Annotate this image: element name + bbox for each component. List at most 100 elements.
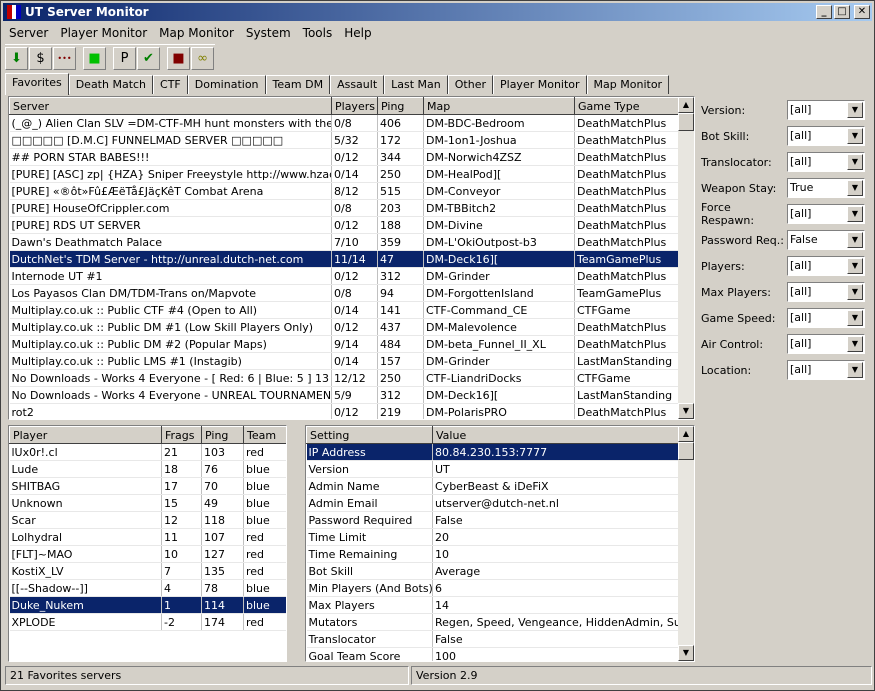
server-column-header[interactable]: Server <box>9 97 332 115</box>
server-column-header[interactable]: Game Type <box>574 97 679 115</box>
tab-domination[interactable]: Domination <box>187 75 266 94</box>
maximize-button[interactable]: □ <box>834 5 850 19</box>
player-column-header[interactable]: Frags <box>161 426 202 444</box>
player-column-header[interactable]: Ping <box>201 426 244 444</box>
filter-dropdown[interactable]: True ▼ <box>787 178 865 198</box>
menu-system[interactable]: System <box>240 26 297 40</box>
chevron-down-icon[interactable]: ▼ <box>847 258 863 274</box>
server-row[interactable]: ## PORN STAR BABES!!! 0/12 344 DM-Norwich4Z… <box>9 148 679 166</box>
server-row[interactable]: □□□□□ [D.M.C] FUNNELMAD SERVER □□□□□ 5/32… <box>9 131 679 149</box>
setting-row[interactable]: Time Limit 20 <box>306 528 679 546</box>
server-list-scrollbar[interactable]: ▲ ▼ <box>678 97 694 419</box>
tab-last-man[interactable]: Last Man <box>384 75 448 94</box>
close-button[interactable]: ✕ <box>854 5 870 19</box>
setting-row[interactable]: Password Required False <box>306 511 679 529</box>
green-square-icon[interactable]: ■ <box>83 47 106 70</box>
setting-row[interactable]: Goal Team Score 100 <box>306 647 679 661</box>
player-row[interactable]: Lude 18 76 blue <box>9 460 286 478</box>
server-row[interactable]: [PURE] [ASC] zp| {HZA} Sniper Freeystyle… <box>9 165 679 183</box>
server-row[interactable]: (_@_) Alien Clan SLV =DM-CTF-MH hunt mon… <box>9 114 679 132</box>
chevron-down-icon[interactable]: ▼ <box>847 180 863 196</box>
filter-dropdown[interactable]: [all] ▼ <box>787 334 865 354</box>
setting-row[interactable]: Mutators Regen, Speed, Vengeance, HiddenA… <box>306 613 679 631</box>
filter-dropdown[interactable]: False ▼ <box>787 230 865 250</box>
server-row[interactable]: [PURE] HouseOfCrippler.com 0/8 203 DM-TBBit… <box>9 199 679 217</box>
tab-map-monitor[interactable]: Map Monitor <box>586 75 670 94</box>
chevron-down-icon[interactable]: ▼ <box>847 362 863 378</box>
server-row[interactable]: DutchNet's TDM Server - http://unreal.du… <box>9 250 679 268</box>
menu-map-monitor[interactable]: Map Monitor <box>153 26 240 40</box>
player-row[interactable]: KostiX_LV 7 135 red <box>9 562 286 580</box>
settings-scrollbar[interactable]: ▲ ▼ <box>678 426 694 661</box>
setting-column-header[interactable]: Setting <box>306 426 433 444</box>
player-row[interactable]: XPLODE -2 174 red <box>9 613 286 631</box>
filter-dropdown[interactable]: [all] ▼ <box>787 126 865 146</box>
tab-other[interactable]: Other <box>447 75 493 94</box>
filter-dropdown[interactable]: [all] ▼ <box>787 204 865 224</box>
player-row[interactable]: [[--Shadow--]] 4 78 blue <box>9 579 286 597</box>
server-row[interactable]: [PURE] «®ôt»Fû£ÆëTå£JäçKêT Combat Arena 8… <box>9 182 679 200</box>
filter-dropdown[interactable]: [all] ▼ <box>787 360 865 380</box>
player-column-header[interactable]: Team <box>243 426 286 444</box>
server-column-header[interactable]: Map <box>423 97 575 115</box>
menu-player-monitor[interactable]: Player Monitor <box>54 26 153 40</box>
minimize-button[interactable]: _ <box>816 5 832 19</box>
chevron-down-icon[interactable]: ▼ <box>847 232 863 248</box>
setting-row[interactable]: Translocator False <box>306 630 679 648</box>
chevron-down-icon[interactable]: ▼ <box>847 336 863 352</box>
down-arrow-icon[interactable]: ⬇ <box>5 47 28 70</box>
setting-row[interactable]: IP Address 80.84.230.153:7777 <box>306 443 679 461</box>
setting-row[interactable]: Min Players (And Bots) 6 <box>306 579 679 597</box>
chevron-down-icon[interactable]: ▼ <box>847 284 863 300</box>
setting-column-header[interactable]: Value <box>432 426 679 444</box>
stop-icon[interactable]: ■ <box>167 47 190 70</box>
dollar-icon[interactable]: $ <box>29 47 52 70</box>
menu-tools[interactable]: Tools <box>297 26 339 40</box>
server-row[interactable]: rot2 0/12 219 DM-PolarisPRO DeathMatchPlus <box>9 403 679 419</box>
scroll-up-icon[interactable]: ▲ <box>678 426 694 442</box>
filter-dropdown[interactable]: [all] ▼ <box>787 256 865 276</box>
setting-row[interactable]: Admin Email utserver@dutch-net.nl <box>306 494 679 512</box>
server-column-header[interactable]: Players <box>331 97 378 115</box>
tab-assault[interactable]: Assault <box>330 75 385 94</box>
scroll-down-icon[interactable]: ▼ <box>678 645 694 661</box>
server-row[interactable]: No Downloads - Works 4 Everyone - UNREAL… <box>9 386 679 404</box>
server-row[interactable]: Dawn's Deathmatch Palace 7/10 359 DM-L'OkiO… <box>9 233 679 251</box>
tab-player-monitor[interactable]: Player Monitor <box>493 75 587 94</box>
player-row[interactable]: SHITBAG 17 70 blue <box>9 477 286 495</box>
server-row[interactable]: Multiplay.co.uk :: Public DM #1 (Low Ski… <box>9 318 679 336</box>
loop-icon[interactable]: ∞ <box>191 47 214 70</box>
server-row[interactable]: Multiplay.co.uk :: Public LMS #1 (Instag… <box>9 352 679 370</box>
menu-server[interactable]: Server <box>3 26 54 40</box>
filter-dropdown[interactable]: [all] ▼ <box>787 308 865 328</box>
scroll-down-icon[interactable]: ▼ <box>678 403 694 419</box>
setting-row[interactable]: Admin Name CyberBeast & iDeFiX <box>306 477 679 495</box>
tab-ctf[interactable]: CTF <box>153 75 188 94</box>
chevron-down-icon[interactable]: ▼ <box>847 102 863 118</box>
player-row[interactable]: Unknown 15 49 blue <box>9 494 286 512</box>
chevron-down-icon[interactable]: ▼ <box>847 310 863 326</box>
tab-favorites[interactable]: Favorites <box>5 73 69 95</box>
player-row[interactable]: Duke_Nukem 1 114 blue <box>9 596 286 614</box>
tab-death-match[interactable]: Death Match <box>68 75 154 94</box>
checkmark-icon[interactable]: ✔ <box>137 47 160 70</box>
server-row[interactable]: Multiplay.co.uk :: Public CTF #4 (Open t… <box>9 301 679 319</box>
setting-row[interactable]: Time Remaining 10 <box>306 545 679 563</box>
player-row[interactable]: Lolhydral 11 107 red <box>9 528 286 546</box>
filter-dropdown[interactable]: [all] ▼ <box>787 282 865 302</box>
chevron-down-icon[interactable]: ▼ <box>847 128 863 144</box>
player-row[interactable]: Scar 12 118 blue <box>9 511 286 529</box>
server-row[interactable]: No Downloads - Works 4 Everyone - [ Red:… <box>9 369 679 387</box>
player-row[interactable]: [FLT]~MAO 10 127 red <box>9 545 286 563</box>
filter-dropdown[interactable]: [all] ▼ <box>787 152 865 172</box>
server-row[interactable]: Los Payasos Clan DM/TDM-Trans on/Mapvote… <box>9 284 679 302</box>
player-column-header[interactable]: Player <box>9 426 162 444</box>
dots-icon[interactable]: ••• <box>53 47 76 70</box>
tab-team-dm[interactable]: Team DM <box>265 75 331 94</box>
server-column-header[interactable]: Ping <box>377 97 424 115</box>
filter-dropdown[interactable]: [all] ▼ <box>787 100 865 120</box>
title-bar[interactable]: UT Server Monitor _ □ ✕ <box>3 3 872 21</box>
setting-row[interactable]: Max Players 14 <box>306 596 679 614</box>
server-row[interactable]: Multiplay.co.uk :: Public DM #2 (Popular… <box>9 335 679 353</box>
setting-row[interactable]: Bot Skill Average <box>306 562 679 580</box>
